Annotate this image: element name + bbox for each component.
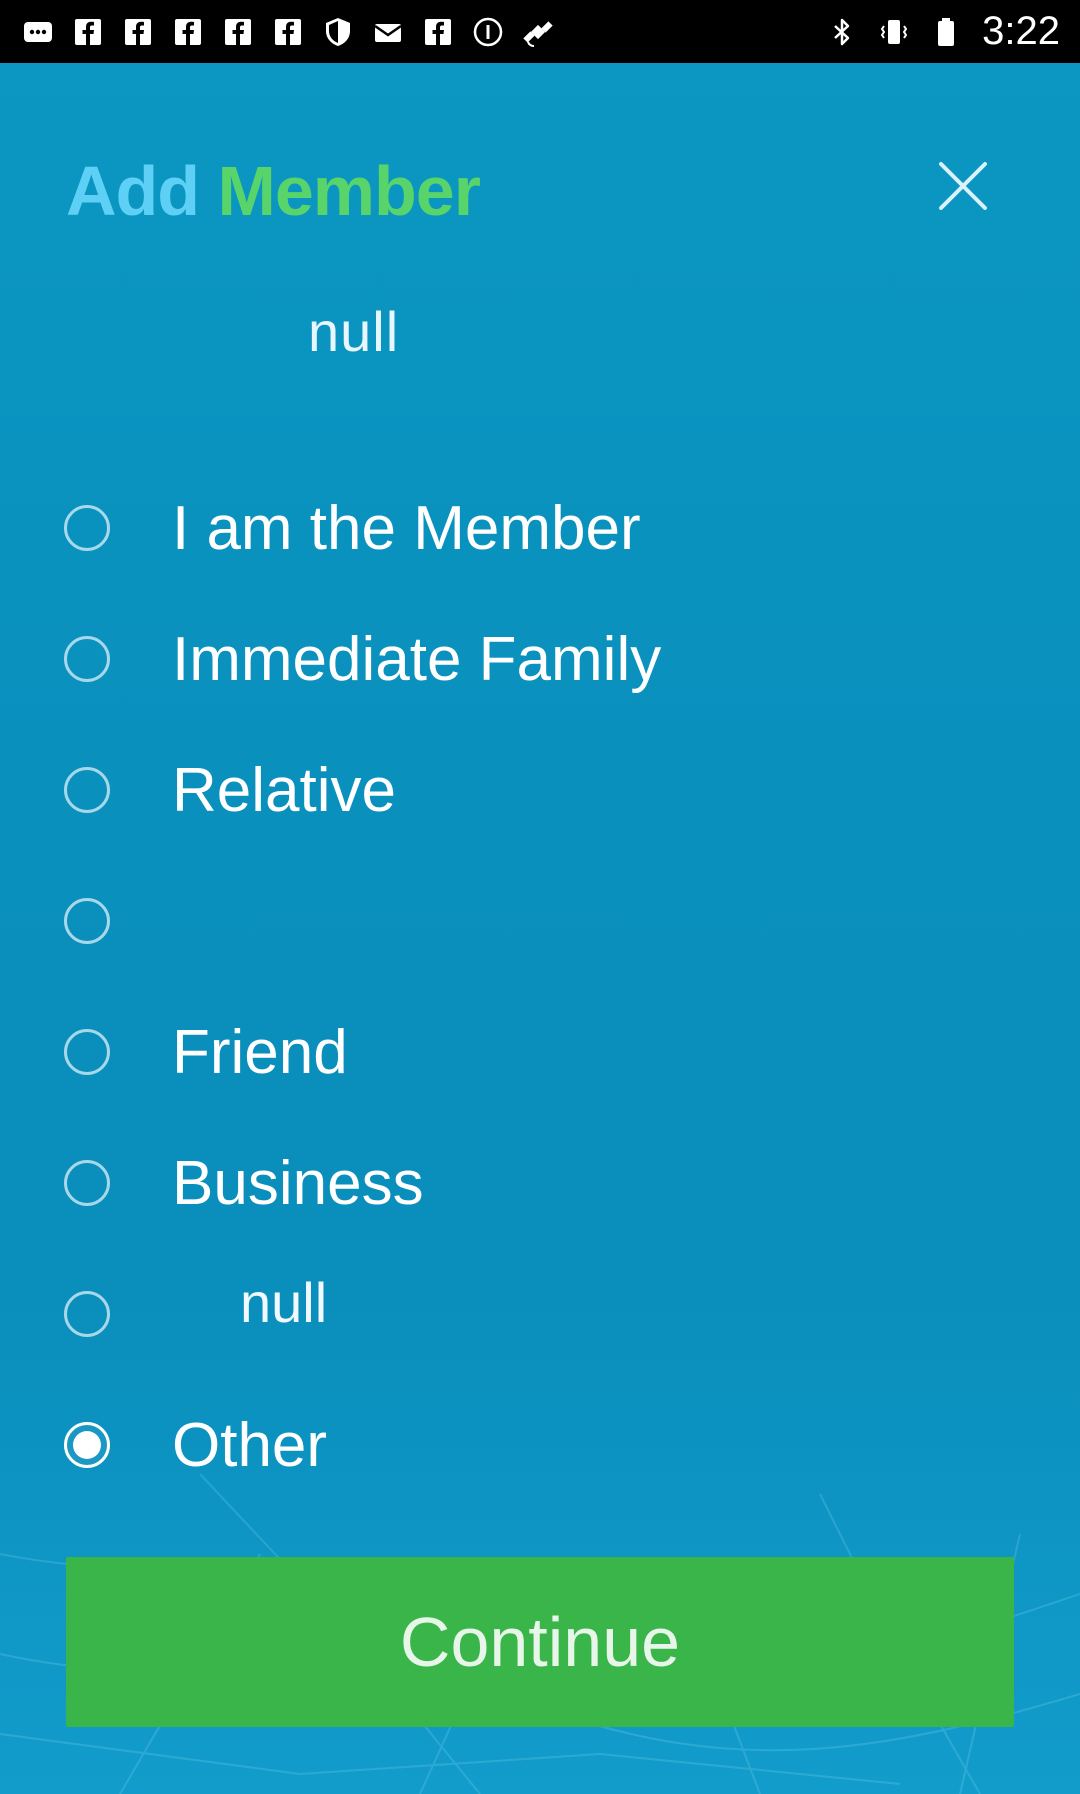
option-label: Relative xyxy=(172,756,396,825)
option-relative[interactable]: Relative xyxy=(64,725,1024,856)
option-business[interactable]: Business xyxy=(64,1118,1024,1249)
radio-dot xyxy=(73,1430,101,1459)
facebook-icon xyxy=(272,16,304,48)
message-icon xyxy=(22,16,54,48)
continue-button[interactable]: Continue xyxy=(66,1557,1014,1727)
close-icon xyxy=(939,162,987,210)
close-button[interactable] xyxy=(928,151,998,221)
battery-icon xyxy=(930,16,962,48)
bluetooth-icon xyxy=(826,16,858,48)
facebook-icon xyxy=(222,16,254,48)
option-label: Business xyxy=(172,1149,424,1218)
radio-button[interactable] xyxy=(64,504,110,551)
radio-button[interactable] xyxy=(64,1159,110,1206)
mail-icon xyxy=(372,16,404,48)
radio-button[interactable] xyxy=(64,1028,110,1075)
facebook-icon xyxy=(72,16,104,48)
add-member-screen: Add Member null I am the Member Immediat… xyxy=(0,63,1080,1794)
info-icon xyxy=(472,16,504,48)
member-name-subtitle: null xyxy=(308,300,400,363)
facebook-icon xyxy=(422,16,454,48)
title-member: Member xyxy=(217,152,481,230)
radio-button[interactable] xyxy=(64,1290,110,1337)
option-friend[interactable]: Friend xyxy=(64,987,1024,1118)
facebook-icon xyxy=(122,16,154,48)
radio-button[interactable] xyxy=(64,897,110,944)
status-time: 3:22 xyxy=(982,9,1060,53)
option-label: Other xyxy=(172,1411,328,1480)
system-icons: 3:22 xyxy=(826,9,1060,54)
option-label: Friend xyxy=(172,1018,348,1087)
option-other[interactable]: Other xyxy=(64,1380,1024,1511)
title-add: Add xyxy=(66,152,200,230)
option-label: I am the Member xyxy=(172,494,641,563)
relationship-options: I am the Member Immediate Family Relativ… xyxy=(64,463,1024,1511)
option-unlabeled[interactable] xyxy=(64,856,1024,987)
vibrate-icon xyxy=(878,16,910,48)
radio-button-selected[interactable] xyxy=(64,1421,110,1468)
option-immediate-family[interactable]: Immediate Family xyxy=(64,594,1024,725)
option-null[interactable]: null xyxy=(64,1249,1024,1380)
satellite-icon xyxy=(522,16,554,48)
status-bar: 3:22 xyxy=(0,0,1080,63)
option-i-am-the-member[interactable]: I am the Member xyxy=(64,463,1024,594)
radio-button[interactable] xyxy=(64,766,110,813)
option-label: null xyxy=(240,1271,328,1334)
option-label: Immediate Family xyxy=(172,625,662,694)
facebook-icon xyxy=(172,16,204,48)
shield-icon xyxy=(322,16,354,48)
radio-button[interactable] xyxy=(64,635,110,682)
page-title: Add Member xyxy=(66,151,481,231)
notification-icons xyxy=(22,16,826,48)
